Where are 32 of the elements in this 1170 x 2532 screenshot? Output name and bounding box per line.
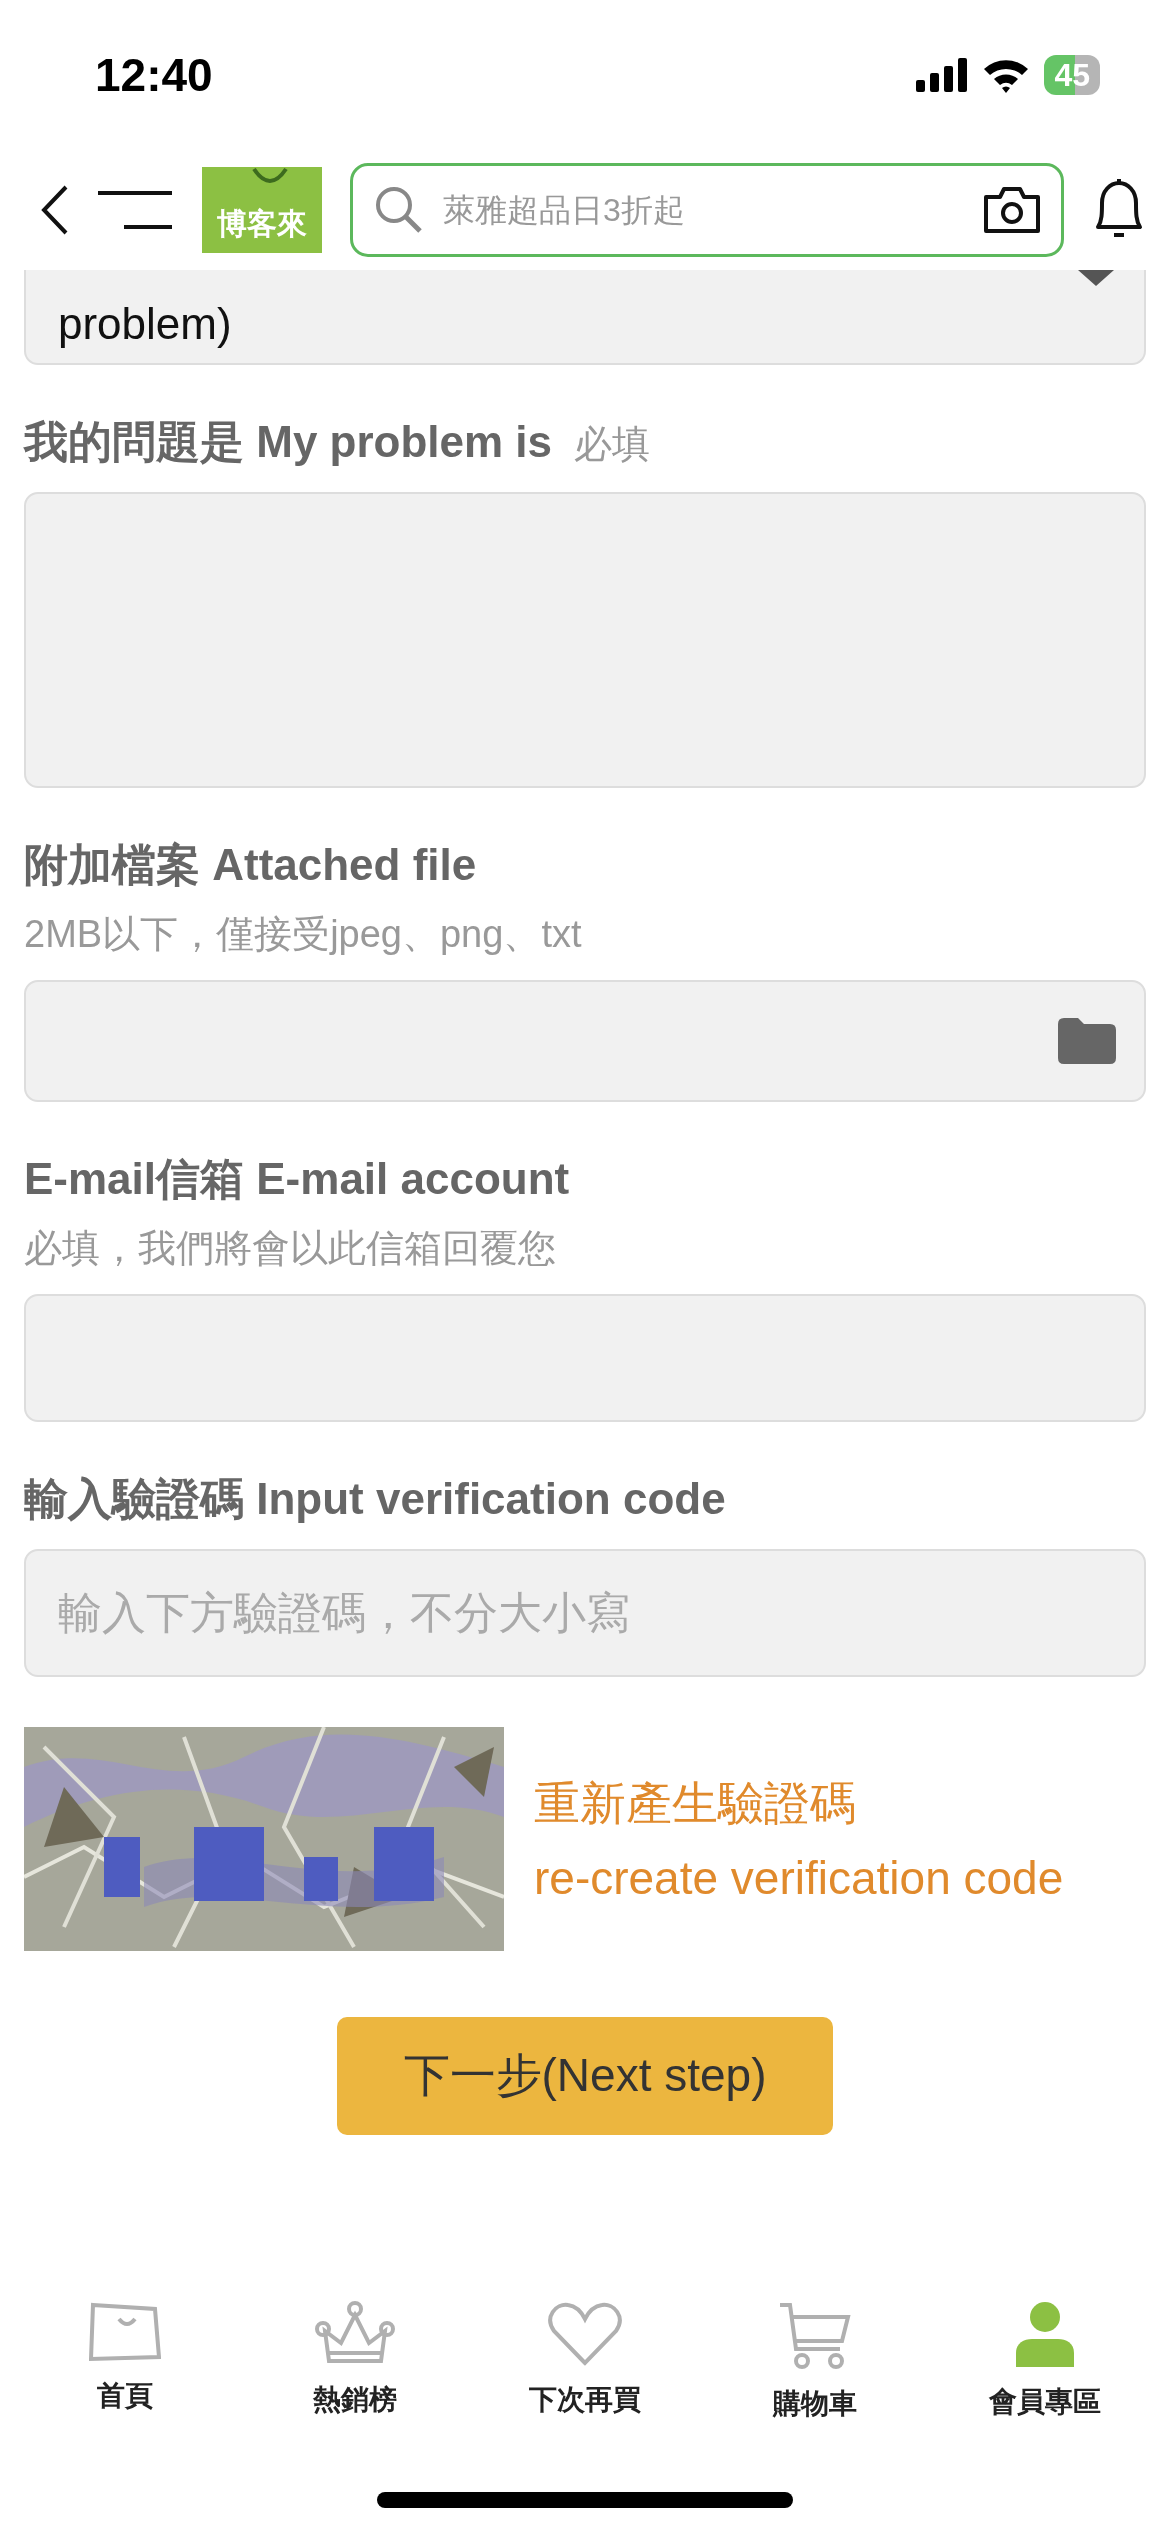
search-icon	[374, 185, 424, 235]
field-label: E-mail信箱 E-mail account	[24, 1153, 570, 1205]
problem-type-select[interactable]: problem)	[24, 270, 1146, 365]
status-time: 12:40	[95, 48, 213, 102]
chevron-icon	[1078, 270, 1114, 286]
back-icon[interactable]	[40, 184, 70, 236]
tab-bar-item[interactable]: 熱銷榜	[255, 2300, 455, 2424]
battery-level: 45	[1044, 55, 1100, 95]
field-hint: 必填，我們將會以此信箱回覆您	[24, 1226, 557, 1271]
file-field[interactable]	[24, 980, 1146, 1102]
field-label: 附加檔案 Attached file	[24, 839, 477, 891]
bag-icon	[89, 2301, 161, 2363]
input-field[interactable]: 輸入下方驗證碼，不分大小寫	[24, 1549, 1146, 1677]
search-field[interactable]: 萊雅超品日3折起	[350, 163, 1064, 257]
tab-bar-item[interactable]: 會員專區	[945, 2300, 1145, 2424]
required-note: 必填	[574, 422, 651, 467]
tab-bar-item[interactable]: 首頁	[25, 2300, 225, 2424]
folder-icon	[1058, 1018, 1116, 1064]
tab-bar-item[interactable]: 下次再買	[485, 2300, 685, 2424]
signal-icon	[916, 58, 969, 92]
person-icon	[1014, 2301, 1076, 2369]
field-label: 輸入驗證碼 Input verification code	[24, 1473, 726, 1525]
menu-icon[interactable]	[98, 189, 174, 231]
heart-icon	[548, 2301, 622, 2367]
input-field[interactable]	[24, 1294, 1146, 1422]
field-hint: 2MB以下，僅接受jpeg、png、txt	[24, 912, 583, 957]
field-label: 我的問題是 My problem is	[24, 416, 553, 468]
next-step-button[interactable]: 下一步(Next step)	[337, 2017, 833, 2135]
camera-icon[interactable]	[982, 185, 1042, 235]
wifi-icon	[982, 57, 1031, 93]
tab-bar-item[interactable]: 購物車	[715, 2300, 915, 2424]
cart-icon	[778, 2301, 852, 2371]
